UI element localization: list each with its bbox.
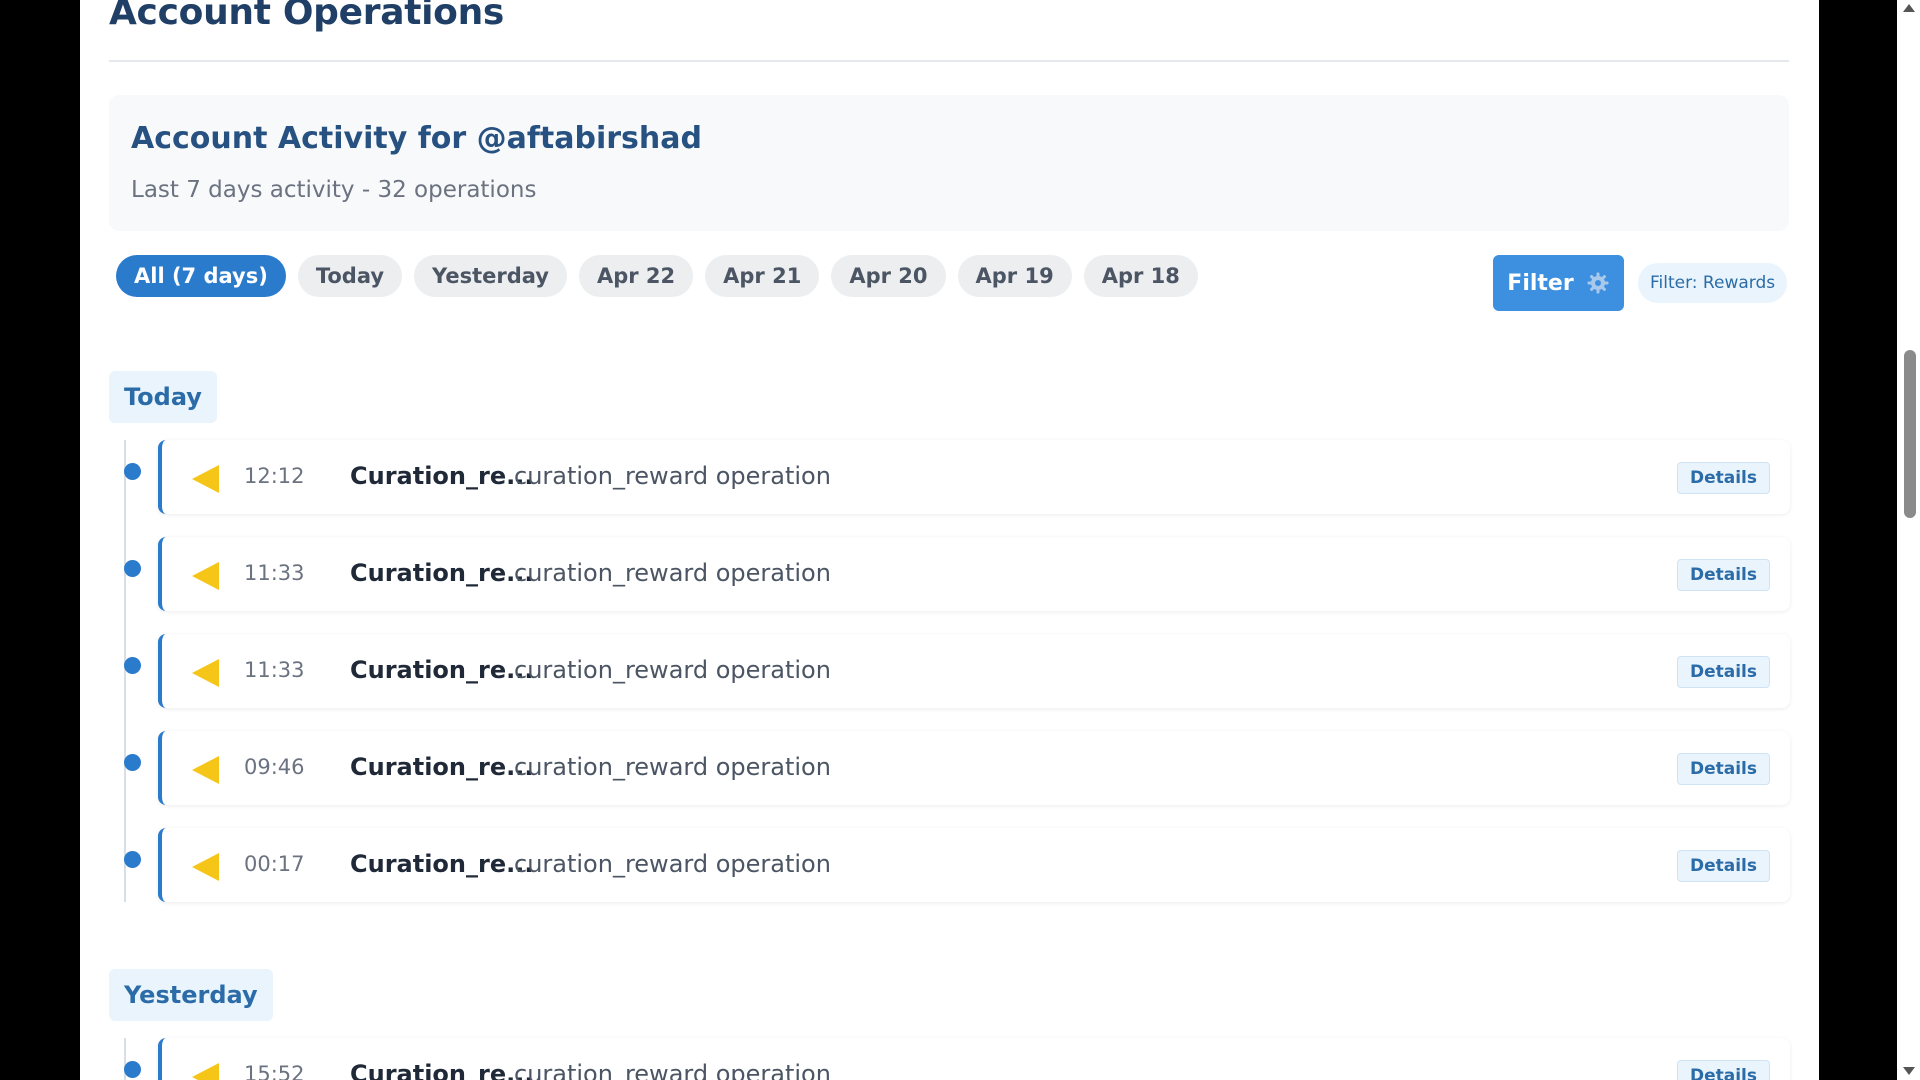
operation-time: 12:12: [244, 464, 305, 488]
details-button[interactable]: Details: [1676, 559, 1770, 591]
reward-triangle-icon: [192, 659, 219, 687]
operation-type: Curation_re...: [350, 850, 534, 878]
timeline-dot: [124, 463, 141, 480]
reward-triangle-icon: [192, 853, 219, 881]
main-panel: Account Operations Account Activity for …: [80, 0, 1819, 1080]
filter-button[interactable]: Filter: [1493, 255, 1624, 311]
reward-triangle-icon: [192, 756, 219, 784]
operation-type: Curation_re...: [350, 462, 534, 490]
timeline-dot: [124, 851, 141, 868]
day-label-today: Today: [109, 371, 217, 423]
date-tab-apr-22[interactable]: Apr 22: [578, 255, 694, 297]
operation-time: 09:46: [244, 755, 305, 779]
operation-row[interactable]: 00:17 Curation_re... curation_reward ope…: [124, 828, 1790, 902]
operation-row[interactable]: 12:12 Curation_re... curation_reward ope…: [124, 440, 1790, 514]
operation-time: 15:52: [244, 1062, 305, 1080]
title-divider: [109, 60, 1789, 62]
gear-icon: [1586, 271, 1610, 295]
details-button[interactable]: Details: [1676, 656, 1770, 688]
date-tab-yesterday[interactable]: Yesterday: [414, 255, 567, 297]
reward-triangle-icon: [192, 465, 219, 493]
activity-subtitle: Last 7 days activity - 32 operations: [131, 177, 537, 203]
operation-type: Curation_re...: [350, 1060, 534, 1080]
operation-description: curation_reward operation: [514, 753, 831, 781]
scroll-up-arrow-icon[interactable]: [1903, 4, 1915, 12]
date-tab-apr-18[interactable]: Apr 18: [1083, 255, 1198, 297]
vertical-scrollbar[interactable]: [1897, 0, 1920, 1080]
operation-description: curation_reward operation: [514, 1060, 831, 1080]
operation-type: Curation_re...: [350, 656, 534, 684]
details-button[interactable]: Details: [1676, 462, 1770, 494]
operation-row[interactable]: 11:33 Curation_re... curation_reward ope…: [124, 634, 1790, 708]
reward-triangle-icon: [192, 562, 219, 590]
details-button[interactable]: Details: [1676, 753, 1770, 785]
operation-description: curation_reward operation: [514, 656, 831, 684]
page-title: Account Operations: [109, 0, 505, 33]
date-tab-apr-21[interactable]: Apr 21: [705, 255, 820, 297]
operation-time: 11:33: [244, 561, 305, 585]
operation-row[interactable]: 11:33 Curation_re... curation_reward ope…: [124, 537, 1790, 611]
timeline-dot: [124, 657, 141, 674]
operation-time: 11:33: [244, 658, 305, 682]
date-tabs: All (7 days) Today Yesterday Apr 22 Apr …: [116, 255, 1198, 297]
scroll-down-arrow-icon[interactable]: [1903, 1067, 1915, 1075]
date-tab-all[interactable]: All (7 days): [116, 255, 286, 297]
operation-description: curation_reward operation: [514, 559, 831, 587]
operation-row[interactable]: 09:46 Curation_re... curation_reward ope…: [124, 731, 1790, 805]
operation-description: curation_reward operation: [514, 850, 831, 878]
day-label-yesterday: Yesterday: [109, 969, 273, 1021]
filter-button-label: Filter: [1507, 270, 1574, 296]
operation-type: Curation_re...: [350, 559, 534, 587]
operation-row[interactable]: 15:52 Curation_re... curation_reward ope…: [124, 1038, 1790, 1080]
operation-time: 00:17: [244, 852, 305, 876]
operation-type: Curation_re...: [350, 753, 534, 781]
timeline-dot: [124, 754, 141, 771]
date-tab-apr-19[interactable]: Apr 19: [957, 255, 1072, 297]
activity-header: Account Activity for @aftabirshad Last 7…: [109, 95, 1789, 231]
details-button[interactable]: Details: [1676, 850, 1770, 882]
date-tab-apr-20[interactable]: Apr 20: [831, 255, 946, 297]
active-filter-chip[interactable]: Filter: Rewards: [1638, 263, 1788, 303]
reward-triangle-icon: [192, 1063, 219, 1080]
timeline-dot: [124, 1061, 141, 1078]
timeline-dot: [124, 560, 141, 577]
activity-title: Account Activity for @aftabirshad: [131, 121, 702, 156]
scrollbar-thumb[interactable]: [1904, 350, 1916, 518]
date-tab-today[interactable]: Today: [297, 255, 403, 297]
details-button[interactable]: Details: [1676, 1060, 1770, 1080]
operation-description: curation_reward operation: [514, 462, 831, 490]
